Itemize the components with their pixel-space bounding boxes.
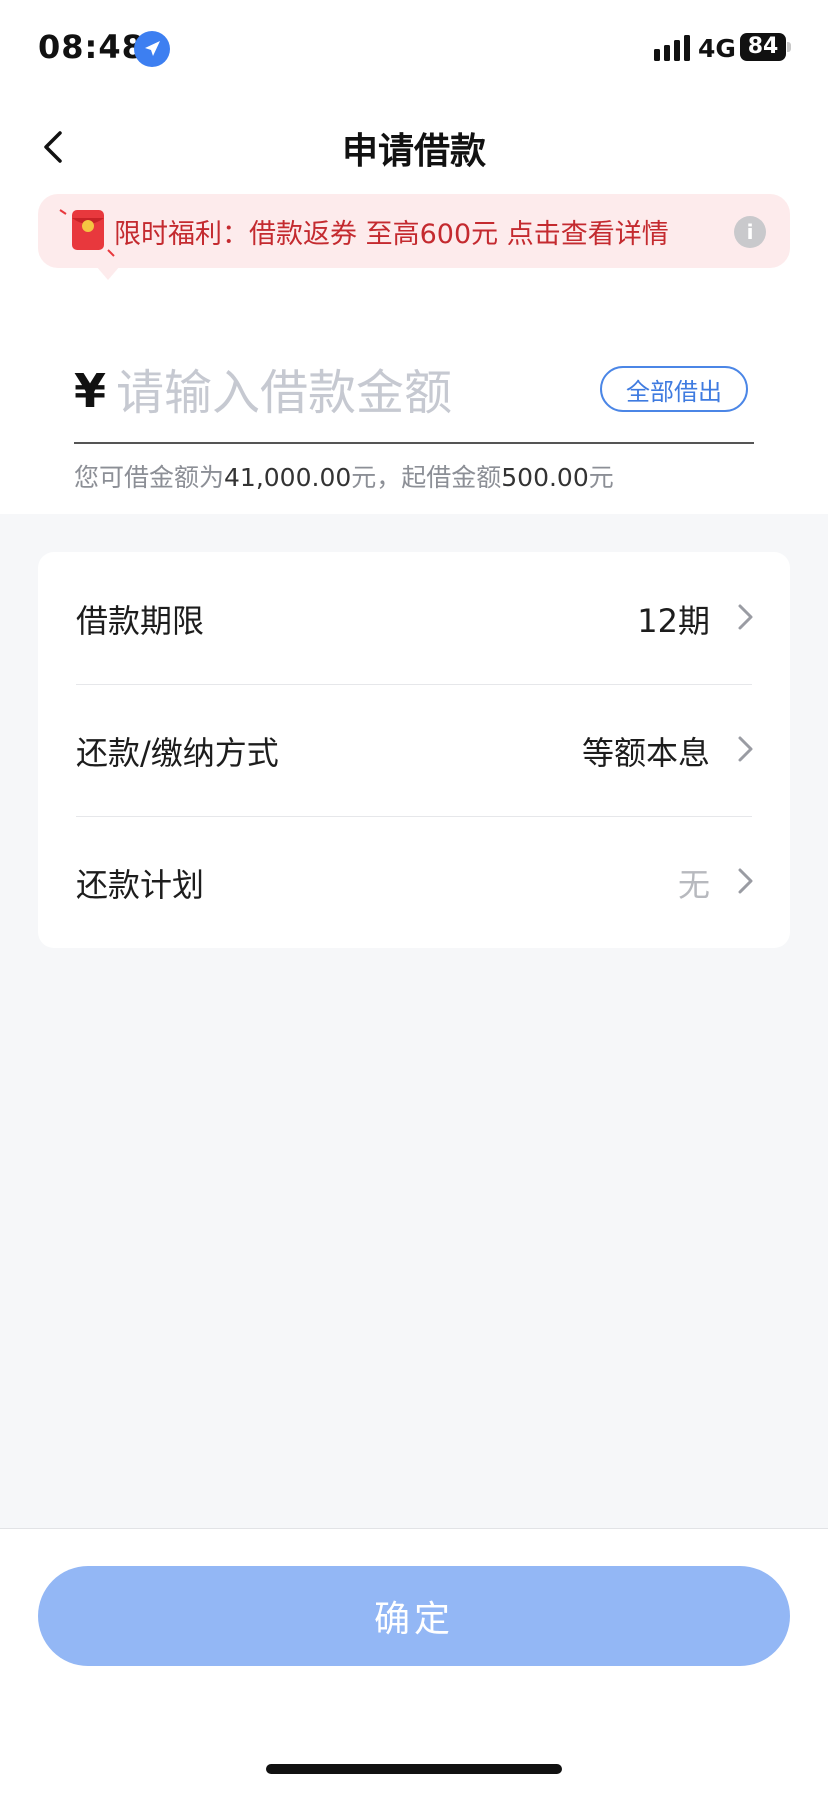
- nav-bar: 申请借款: [0, 100, 828, 194]
- limit-hint-prefix: 您可借金额为: [74, 463, 225, 492]
- loan-term-value: 12期: [637, 602, 710, 640]
- promo-banner-tail: [96, 266, 120, 280]
- limit-hint-suffix: 元: [588, 463, 614, 492]
- page-title: 申请借款: [341, 131, 486, 172]
- network-type: 4G: [698, 34, 736, 63]
- borrow-all-button[interactable]: 全部借出: [600, 366, 748, 412]
- currency-symbol: ¥: [74, 364, 107, 418]
- status-bar: 08:48 4G 84: [0, 0, 828, 100]
- chevron-right-icon: [738, 604, 753, 630]
- minimum-amount: 500.00: [501, 463, 589, 492]
- amount-input[interactable]: [116, 356, 576, 430]
- repayment-plan-row[interactable]: 还款计划 无: [38, 816, 790, 948]
- chevron-right-icon: [738, 868, 753, 894]
- battery-icon: 84: [740, 33, 786, 61]
- loan-term-label: 借款期限: [76, 602, 205, 640]
- loan-term-row[interactable]: 借款期限 12期: [38, 552, 790, 684]
- repayment-method-label: 还款/缴纳方式: [76, 734, 279, 772]
- amount-underline: [74, 442, 754, 444]
- battery-tip: [787, 42, 791, 52]
- status-time: 08:48: [38, 28, 145, 66]
- repayment-plan-label: 还款计划: [76, 866, 205, 904]
- location-arrow-icon: [134, 31, 170, 67]
- repayment-method-value: 等额本息: [581, 734, 710, 772]
- promo-banner[interactable]: 限时福利：借款返券 至高600元 点击查看详情 i: [38, 194, 790, 268]
- confirm-button[interactable]: 确定: [38, 1566, 790, 1666]
- loan-settings-card: 借款期限 12期 还款/缴纳方式 等额本息 还款计划 无: [38, 552, 790, 948]
- promo-text: 限时福利：借款返券 至高600元 点击查看详情: [114, 219, 669, 250]
- limit-hint: 您可借金额为41,000.00元，起借金额500.00元: [74, 458, 614, 494]
- red-envelope-icon: [56, 204, 118, 260]
- limit-hint-mid: 元，起借金额: [351, 463, 502, 492]
- signal-icon: [654, 35, 690, 61]
- available-amount: 41,000.00: [224, 463, 352, 492]
- chevron-right-icon: [738, 736, 753, 762]
- repayment-method-row[interactable]: 还款/缴纳方式 等额本息: [38, 684, 790, 816]
- info-icon[interactable]: i: [734, 216, 766, 248]
- home-indicator: [266, 1764, 562, 1774]
- repayment-plan-value: 无: [677, 866, 710, 904]
